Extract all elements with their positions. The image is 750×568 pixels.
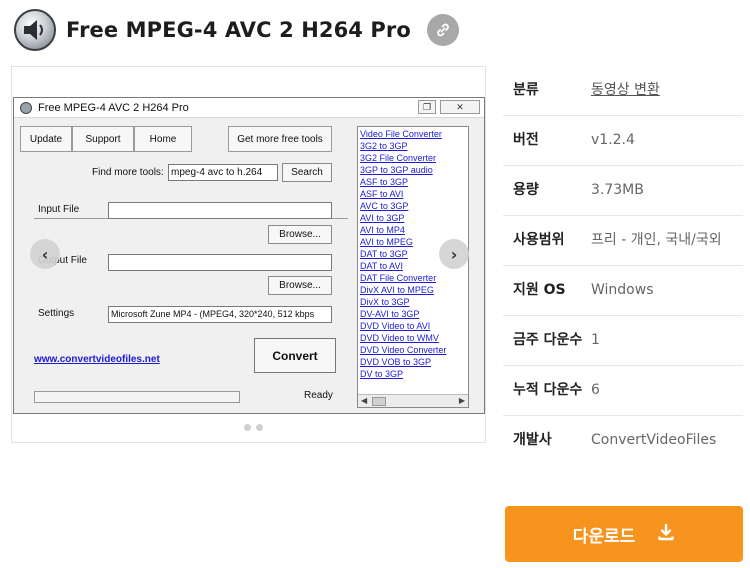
progress-bar xyxy=(34,391,240,403)
version-label: 버전 xyxy=(513,132,539,148)
restore-icon: ❐ xyxy=(418,100,436,114)
download-icon xyxy=(657,523,675,546)
link-icon xyxy=(437,23,449,37)
browse-input-button: Browse... xyxy=(268,225,332,244)
info-row-category: 분류 동영상 변환 xyxy=(503,66,743,116)
converter-link: AVI to 3GP xyxy=(360,213,405,223)
website-link: www.convertvideofiles.net xyxy=(34,354,160,365)
category-link[interactable]: 동영상 변환 xyxy=(591,78,743,103)
converter-link: DVD Video Converter xyxy=(360,345,447,355)
settings-label: Settings xyxy=(38,308,75,319)
os-label: 지원 OS xyxy=(513,282,566,298)
carousel-dots xyxy=(244,424,263,431)
carousel-prev-button[interactable]: ‹ xyxy=(30,239,60,269)
speaker-icon xyxy=(24,20,43,40)
screenshot-carousel: Free MPEG-4 AVC 2 H264 Pro ❐ ✕ Update Su… xyxy=(11,66,486,443)
settings-select: Microsoft Zune MP4 - (MPEG4, 320*240, 51… xyxy=(108,306,332,323)
weekly-downloads-value: 1 xyxy=(591,332,600,348)
info-table: 분류 동영상 변환 버전 v1.2.4 용량 3.73MB 사용범위 프리 - … xyxy=(503,66,743,465)
carousel-next-button[interactable]: › xyxy=(439,239,469,269)
scroll-right-icon: ▶ xyxy=(458,396,465,405)
info-row-version: 버전 v1.2.4 xyxy=(503,116,743,166)
download-button[interactable]: 다운로드 xyxy=(505,506,743,562)
converter-link: 3GP to 3GP audio xyxy=(360,165,433,175)
window-titlebar: Free MPEG-4 AVC 2 H264 Pro ❐ ✕ xyxy=(14,98,484,118)
get-more-tools-button: Get more free tools xyxy=(228,126,332,152)
info-row-os: 지원 OS Windows xyxy=(503,266,743,316)
input-file-field xyxy=(108,202,332,219)
copy-link-button[interactable] xyxy=(426,14,459,46)
home-button: Home xyxy=(134,126,192,152)
scroll-thumb xyxy=(372,397,386,406)
developer-value: ConvertVideoFiles xyxy=(591,432,717,448)
carousel-dot[interactable] xyxy=(256,424,263,431)
close-icon: ✕ xyxy=(440,100,480,114)
app-icon xyxy=(14,9,56,51)
input-file-label: Input File xyxy=(38,204,80,215)
info-row-license: 사용범위 프리 - 개인, 국내/국외 xyxy=(503,216,743,266)
license-label: 사용범위 xyxy=(513,232,565,248)
license-value: 프리 - 개인, 국내/국외 xyxy=(591,232,722,248)
horizontal-scrollbar: ◀ ▶ xyxy=(358,394,468,407)
info-row-weekly-downloads: 금주 다운수 1 xyxy=(503,316,743,366)
search-button: Search xyxy=(282,163,332,182)
converter-link: DAT File Converter xyxy=(360,273,437,283)
carousel-dot[interactable] xyxy=(244,424,251,431)
output-file-field xyxy=(108,254,332,271)
converter-link: DVD VOB to 3GP xyxy=(360,357,432,367)
os-value: Windows xyxy=(591,282,654,298)
browse-output-button: Browse... xyxy=(268,276,332,295)
find-more-input: mpeg-4 avc to h.264 xyxy=(168,164,278,181)
developer-label: 개발사 xyxy=(513,432,552,448)
info-row-size: 용량 3.73MB xyxy=(503,166,743,216)
chevron-right-icon: › xyxy=(450,244,458,264)
window-title: Free MPEG-4 AVC 2 H264 Pro xyxy=(38,101,189,114)
converter-link: AVC to 3GP xyxy=(360,201,409,211)
update-button: Update xyxy=(20,126,72,152)
page-title: Free MPEG-4 AVC 2 H264 Pro xyxy=(66,18,411,42)
converter-link: DV to 3GP xyxy=(360,369,404,379)
info-row-total-downloads: 누적 다운수 6 xyxy=(503,366,743,416)
converter-link: 3G2 File Converter xyxy=(360,153,437,163)
total-downloads-label: 누적 다운수 xyxy=(513,382,583,398)
converter-link: 3G2 to 3GP xyxy=(360,141,408,151)
scroll-left-icon: ◀ xyxy=(361,396,368,405)
support-button: Support xyxy=(72,126,134,152)
converter-link: DivX to 3GP xyxy=(360,297,410,307)
page-header: Free MPEG-4 AVC 2 H264 Pro xyxy=(14,6,734,54)
size-value: 3.73MB xyxy=(591,182,644,198)
window-body: Update Support Home Get more free tools … xyxy=(18,124,478,409)
weekly-downloads-label: 금주 다운수 xyxy=(513,332,583,348)
convert-button: Convert xyxy=(254,338,336,373)
converter-link: DivX AVI to MPEG xyxy=(360,285,434,295)
status-text: Ready xyxy=(304,390,333,401)
size-label: 용량 xyxy=(513,182,539,198)
window-app-icon xyxy=(20,101,32,114)
converter-link: AVI to MP4 xyxy=(360,225,405,235)
version-value: v1.2.4 xyxy=(591,132,635,148)
info-row-developer: 개발사 ConvertVideoFiles xyxy=(503,416,743,465)
total-downloads-value: 6 xyxy=(591,382,600,398)
converter-link: DV-AVI to 3GP xyxy=(360,309,420,319)
chevron-left-icon: ‹ xyxy=(41,244,49,264)
find-more-label: Find more tools: xyxy=(92,167,164,178)
category-label: 분류 xyxy=(513,82,539,98)
converter-link: Video File Converter xyxy=(360,129,442,139)
app-screenshot: Free MPEG-4 AVC 2 H264 Pro ❐ ✕ Update Su… xyxy=(13,97,485,414)
download-label: 다운로드 xyxy=(572,526,636,547)
converter-link: DVD Video to WMV xyxy=(360,333,439,343)
converter-link: ASF to 3GP xyxy=(360,177,409,187)
converter-link: DVD Video to AVI xyxy=(360,321,431,331)
converter-link: ASF to AVI xyxy=(360,189,404,199)
